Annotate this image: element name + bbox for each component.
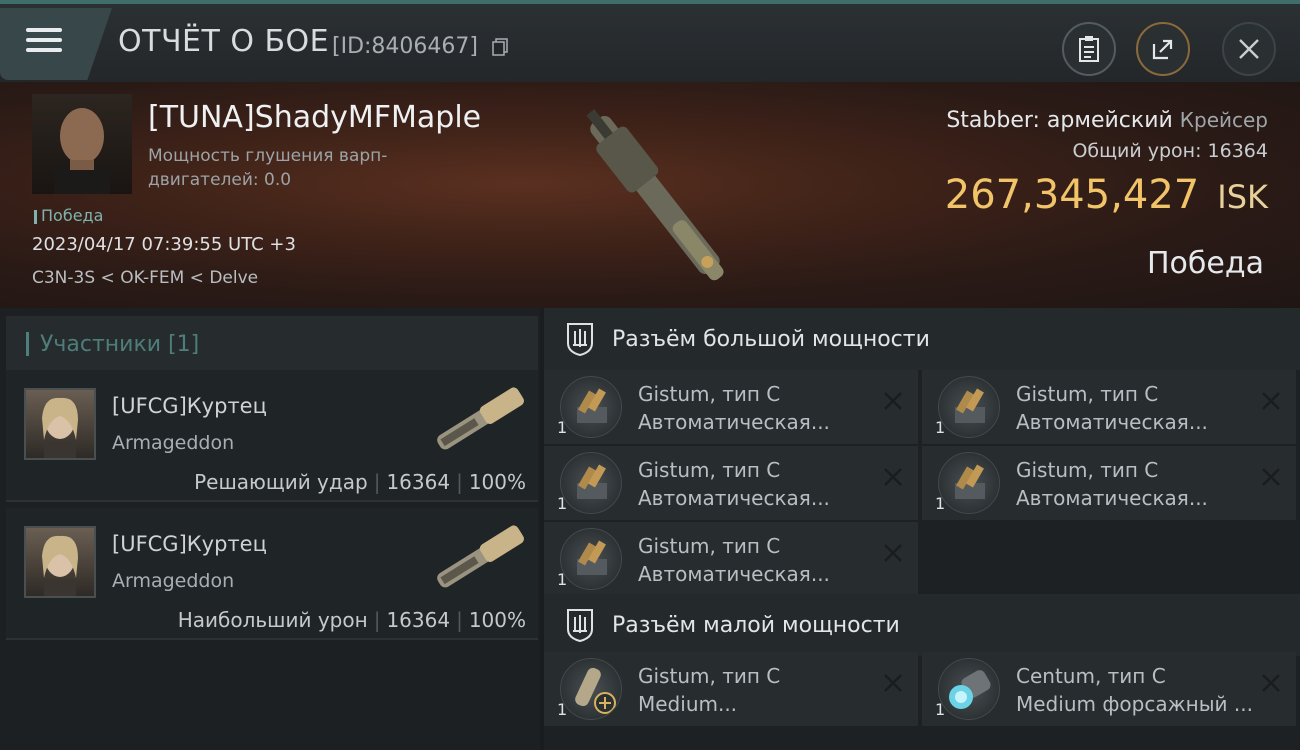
high-power-slot-icon	[567, 323, 593, 357]
module-slot[interactable]: 1 Gistum, тип C Автоматическая...	[922, 370, 1296, 444]
autocannon-icon	[938, 452, 1000, 514]
module-name: Gistum, тип C	[1016, 458, 1159, 482]
module-name: Gistum, тип C	[638, 382, 781, 406]
share-icon	[1152, 39, 1173, 60]
clipboard-button[interactable]	[1062, 22, 1116, 76]
participant-name: [UFCG]Куртец	[112, 532, 267, 556]
participant-ship: Armageddon	[112, 570, 235, 592]
autocannon-icon	[560, 376, 622, 438]
clipboard-icon	[1079, 36, 1099, 62]
participant-ship: Armageddon	[112, 432, 235, 454]
remove-x-icon[interactable]	[882, 466, 904, 488]
participant-stats: Наибольший урон | 16364 | 100%	[177, 608, 526, 632]
report-id: [ID:8406467]	[332, 34, 478, 59]
kill-datetime: 2023/04/17 07:39:55 UTC +3	[32, 234, 296, 255]
kill-location[interactable]: C3N-3S < OK-FEM < Delve	[32, 268, 258, 288]
module-type: Автоматическая...	[638, 562, 830, 586]
autocannon-icon	[560, 528, 622, 590]
module-name: Gistum, тип C	[638, 458, 781, 482]
module-type: Автоматическая...	[1016, 410, 1208, 434]
module-name: Gistum, тип C	[1016, 382, 1159, 406]
module-slot[interactable]: 1 Gistum, тип C Автоматическая...	[544, 446, 918, 520]
participants-header[interactable]: Участники [1]	[6, 316, 538, 372]
low-power-slot-icon	[567, 609, 593, 643]
module-slot[interactable]: 1 Centum, тип C Medium форсажный ...	[922, 652, 1296, 726]
high-slot-header: Разъём большой мощности	[544, 308, 1300, 370]
fitting-panel: Разъём большой мощности 1 Gistum, тип C …	[544, 308, 1300, 750]
participant-ship-icon	[437, 525, 524, 588]
damage-control-icon	[560, 658, 622, 720]
kill-result: Победа	[1147, 246, 1264, 281]
ship-info[interactable]: Stabber: армейский Крейсер	[946, 108, 1268, 133]
participants-panel: Участники [1] [UFCG]Куртец Armageddon Ре…	[0, 308, 540, 750]
low-slot-header: Разъём малой мощности	[544, 594, 1300, 656]
module-slot[interactable]: 1 Gistum, тип C Medium...	[544, 652, 918, 726]
warp-jam-strength: Мощность глушения варп-двигателей: 0.0	[148, 146, 388, 190]
isk-value: 267,345,427 ISK	[944, 172, 1268, 218]
victim-summary: [TUNA]ShadyMFMaple Мощность глушения вар…	[0, 82, 1300, 308]
module-type: Автоматическая...	[638, 486, 830, 510]
remove-x-icon[interactable]	[882, 390, 904, 412]
remove-x-icon[interactable]	[882, 672, 904, 694]
participant-row[interactable]: [UFCG]Куртец Armageddon Решающий удар | 16…	[6, 370, 538, 502]
module-name: Gistum, тип C	[638, 664, 781, 688]
module-slot[interactable]: 1 Gistum, тип C Автоматическая...	[544, 370, 918, 444]
top-bar: ОТЧЁТ О БОЕ [ID:8406467]	[0, 0, 1300, 82]
menu-icon	[26, 28, 62, 58]
participant-stats: Решающий удар | 16364 | 100%	[194, 470, 526, 494]
close-icon	[1239, 39, 1259, 59]
copy-icon[interactable]	[492, 38, 508, 56]
victim-name[interactable]: [TUNA]ShadyMFMaple	[148, 100, 481, 135]
remove-x-icon[interactable]	[882, 542, 904, 564]
menu-button[interactable]	[0, 8, 112, 80]
participant-name: [UFCG]Куртец	[112, 394, 267, 418]
module-type: Medium...	[638, 692, 738, 716]
participant-avatar	[24, 388, 96, 460]
participant-ship-icon	[437, 387, 524, 450]
participant-row[interactable]: [UFCG]Куртец Armageddon Наибольший урон |…	[6, 508, 538, 640]
remove-x-icon[interactable]	[1260, 672, 1282, 694]
module-type: Автоматическая...	[638, 410, 830, 434]
module-name: Centum, тип C	[1016, 664, 1166, 688]
autocannon-icon	[938, 376, 1000, 438]
share-button[interactable]	[1136, 22, 1190, 76]
page-title: ОТЧЁТ О БОЕ	[118, 24, 330, 59]
module-name: Gistum, тип C	[638, 534, 781, 558]
module-type: Medium форсажный ...	[1016, 692, 1253, 716]
victory-tag: Победа	[34, 206, 103, 225]
close-button[interactable]	[1222, 22, 1276, 76]
remove-x-icon[interactable]	[1260, 466, 1282, 488]
participant-avatar	[24, 526, 96, 598]
module-slot[interactable]: 1 Gistum, тип C Автоматическая...	[544, 522, 918, 596]
victim-avatar[interactable]	[32, 94, 132, 194]
remove-x-icon[interactable]	[1260, 390, 1282, 412]
autocannon-icon	[560, 452, 622, 514]
afterburner-icon	[938, 658, 1000, 720]
total-damage: Общий урон: 16364	[1072, 140, 1268, 162]
destroyed-ship-image	[586, 109, 724, 281]
module-type: Автоматическая...	[1016, 486, 1208, 510]
module-slot[interactable]: 1 Gistum, тип C Автоматическая...	[922, 446, 1296, 520]
